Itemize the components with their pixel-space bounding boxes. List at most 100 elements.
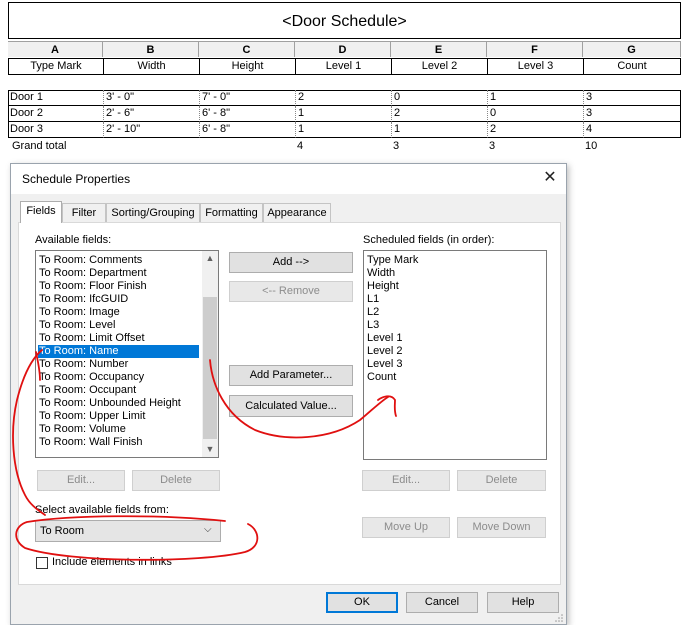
list-item[interactable]: Level 2	[367, 345, 402, 358]
move-up-button[interactable]: Move Up	[362, 517, 450, 538]
column-letter-f[interactable]: F	[487, 41, 583, 57]
delete-available-button[interactable]: Delete	[132, 470, 220, 491]
table-cell[interactable]: 1	[487, 90, 583, 106]
scheduled-fields-label: Scheduled fields (in order):	[363, 234, 495, 246]
grand-total-row[interactable]: Grand total 4 3 3 10	[8, 139, 681, 153]
close-icon[interactable]: ✕	[541, 169, 559, 187]
include-links-checkbox[interactable]	[36, 557, 48, 569]
column-letter-c[interactable]: C	[199, 41, 295, 57]
cancel-button[interactable]: Cancel	[406, 592, 478, 613]
delete-scheduled-button[interactable]: Delete	[457, 470, 546, 491]
column-letter-a[interactable]: A	[8, 41, 103, 57]
tab-filter[interactable]: Filter	[62, 203, 106, 222]
table-row[interactable]: Door 2 2' - 6" 6' - 8" 1 2 0 3	[8, 106, 681, 122]
list-item[interactable]: To Room: Image	[39, 306, 120, 319]
table-cell[interactable]: Door 1	[8, 90, 103, 106]
column-header-height[interactable]: Height	[199, 58, 295, 75]
table-cell[interactable]: 6' - 8"	[199, 122, 295, 138]
list-item[interactable]: L3	[367, 319, 379, 332]
edit-scheduled-button[interactable]: Edit...	[362, 470, 450, 491]
column-letter-e[interactable]: E	[391, 41, 487, 57]
column-letter-d[interactable]: D	[295, 41, 391, 57]
table-cell[interactable]: 7' - 0"	[199, 90, 295, 106]
table-cell[interactable]: 0	[487, 106, 583, 122]
table-cell[interactable]: 2	[295, 90, 391, 106]
list-item[interactable]: To Room: Upper Limit	[39, 410, 145, 423]
list-item[interactable]: To Room: Occupant	[39, 384, 136, 397]
column-header-type-mark[interactable]: Type Mark	[8, 58, 103, 75]
list-item[interactable]: To Room: Wall Finish	[39, 436, 143, 449]
list-item[interactable]: To Room: IfcGUID	[39, 293, 128, 306]
scroll-up-icon[interactable]: ▲	[202, 251, 218, 266]
resize-grip-icon[interactable]	[554, 613, 564, 623]
column-letter-b[interactable]: B	[103, 41, 199, 57]
scheduled-fields-list[interactable]: Type Mark Width Height L1 L2 L3 Level 1 …	[363, 250, 547, 460]
list-item[interactable]: Level 1	[367, 332, 402, 345]
column-header-width[interactable]: Width	[103, 58, 199, 75]
table-cell[interactable]: Door 3	[8, 122, 103, 138]
list-item[interactable]: Width	[367, 267, 395, 280]
list-item[interactable]: To Room: Unbounded Height	[39, 397, 181, 410]
list-item[interactable]: To Room: Comments	[39, 254, 142, 267]
calculated-value-button[interactable]: Calculated Value...	[229, 395, 353, 417]
edit-available-button[interactable]: Edit...	[37, 470, 125, 491]
grand-total-label: Grand total	[12, 140, 67, 152]
table-cell[interactable]: 3	[583, 90, 681, 106]
list-item[interactable]: Height	[367, 280, 399, 293]
list-item[interactable]: Count	[367, 371, 396, 384]
select-fields-from-dropdown[interactable]: To Room ⌵	[35, 520, 221, 542]
table-cell[interactable]: 6' - 8"	[199, 106, 295, 122]
table-cell[interactable]: 4	[583, 122, 681, 138]
add-button[interactable]: Add -->	[229, 252, 353, 273]
list-item[interactable]: To Room: Volume	[39, 423, 126, 436]
table-row[interactable]: Door 3 2' - 10" 6' - 8" 1 1 2 4	[8, 122, 681, 138]
list-item[interactable]: To Room: Number	[39, 358, 128, 371]
table-cell[interactable]: 1	[295, 122, 391, 138]
list-item[interactable]: To Room: Limit Offset	[39, 332, 145, 345]
table-cell[interactable]: 2' - 6"	[103, 106, 199, 122]
tab-fields[interactable]: Fields	[20, 201, 62, 223]
list-item[interactable]: L1	[367, 293, 379, 306]
table-row[interactable]: Door 1 3' - 0" 7' - 0" 2 0 1 3	[8, 90, 681, 106]
table-cell[interactable]: 1	[295, 106, 391, 122]
table-cell[interactable]: 2	[391, 106, 487, 122]
table-cell[interactable]: 3	[583, 106, 681, 122]
dialog-titlebar[interactable]: Schedule Properties ✕	[11, 164, 566, 194]
list-item[interactable]: L2	[367, 306, 379, 319]
table-cell[interactable]: 0	[391, 90, 487, 106]
column-letter-g[interactable]: G	[583, 41, 681, 57]
column-header-level-1[interactable]: Level 1	[295, 58, 391, 75]
add-parameter-button[interactable]: Add Parameter...	[229, 365, 353, 386]
list-item[interactable]: To Room: Occupancy	[39, 371, 144, 384]
list-item[interactable]: To Room: Level	[39, 319, 115, 332]
available-fields-list[interactable]: To Room: Comments To Room: Department To…	[35, 250, 219, 458]
move-down-button[interactable]: Move Down	[457, 517, 546, 538]
table-cell[interactable]: 1	[391, 122, 487, 138]
available-fields-scrollbar[interactable]: ▲ ▼	[202, 251, 218, 457]
list-item-selected[interactable]: To Room: Name	[38, 345, 199, 358]
table-cell[interactable]: Door 2	[8, 106, 103, 122]
column-header-level-3[interactable]: Level 3	[487, 58, 583, 75]
table-cell[interactable]: 2	[487, 122, 583, 138]
list-item[interactable]: Type Mark	[367, 254, 418, 267]
column-header-count[interactable]: Count	[583, 58, 681, 75]
grand-total-cell: 3	[489, 140, 496, 152]
table-cell[interactable]: 2' - 10"	[103, 122, 199, 138]
tab-appearance[interactable]: Appearance	[263, 203, 331, 222]
scroll-down-icon[interactable]: ▼	[202, 442, 218, 457]
schedule-title: <Door Schedule>	[8, 2, 681, 39]
ok-button[interactable]: OK	[326, 592, 398, 613]
list-item[interactable]: To Room: Department	[39, 267, 147, 280]
list-item[interactable]: To Room: Floor Finish	[39, 280, 147, 293]
select-fields-from-label: Select available fields from:	[35, 504, 169, 516]
available-fields-label: Available fields:	[35, 234, 112, 246]
tab-sorting-grouping[interactable]: Sorting/Grouping	[106, 203, 200, 222]
dropdown-value: To Room	[40, 525, 85, 537]
scrollbar-thumb[interactable]	[203, 297, 217, 439]
list-item[interactable]: Level 3	[367, 358, 402, 371]
tab-formatting[interactable]: Formatting	[200, 203, 263, 222]
column-header-level-2[interactable]: Level 2	[391, 58, 487, 75]
help-button[interactable]: Help	[487, 592, 559, 613]
remove-button[interactable]: <-- Remove	[229, 281, 353, 302]
table-cell[interactable]: 3' - 0"	[103, 90, 199, 106]
